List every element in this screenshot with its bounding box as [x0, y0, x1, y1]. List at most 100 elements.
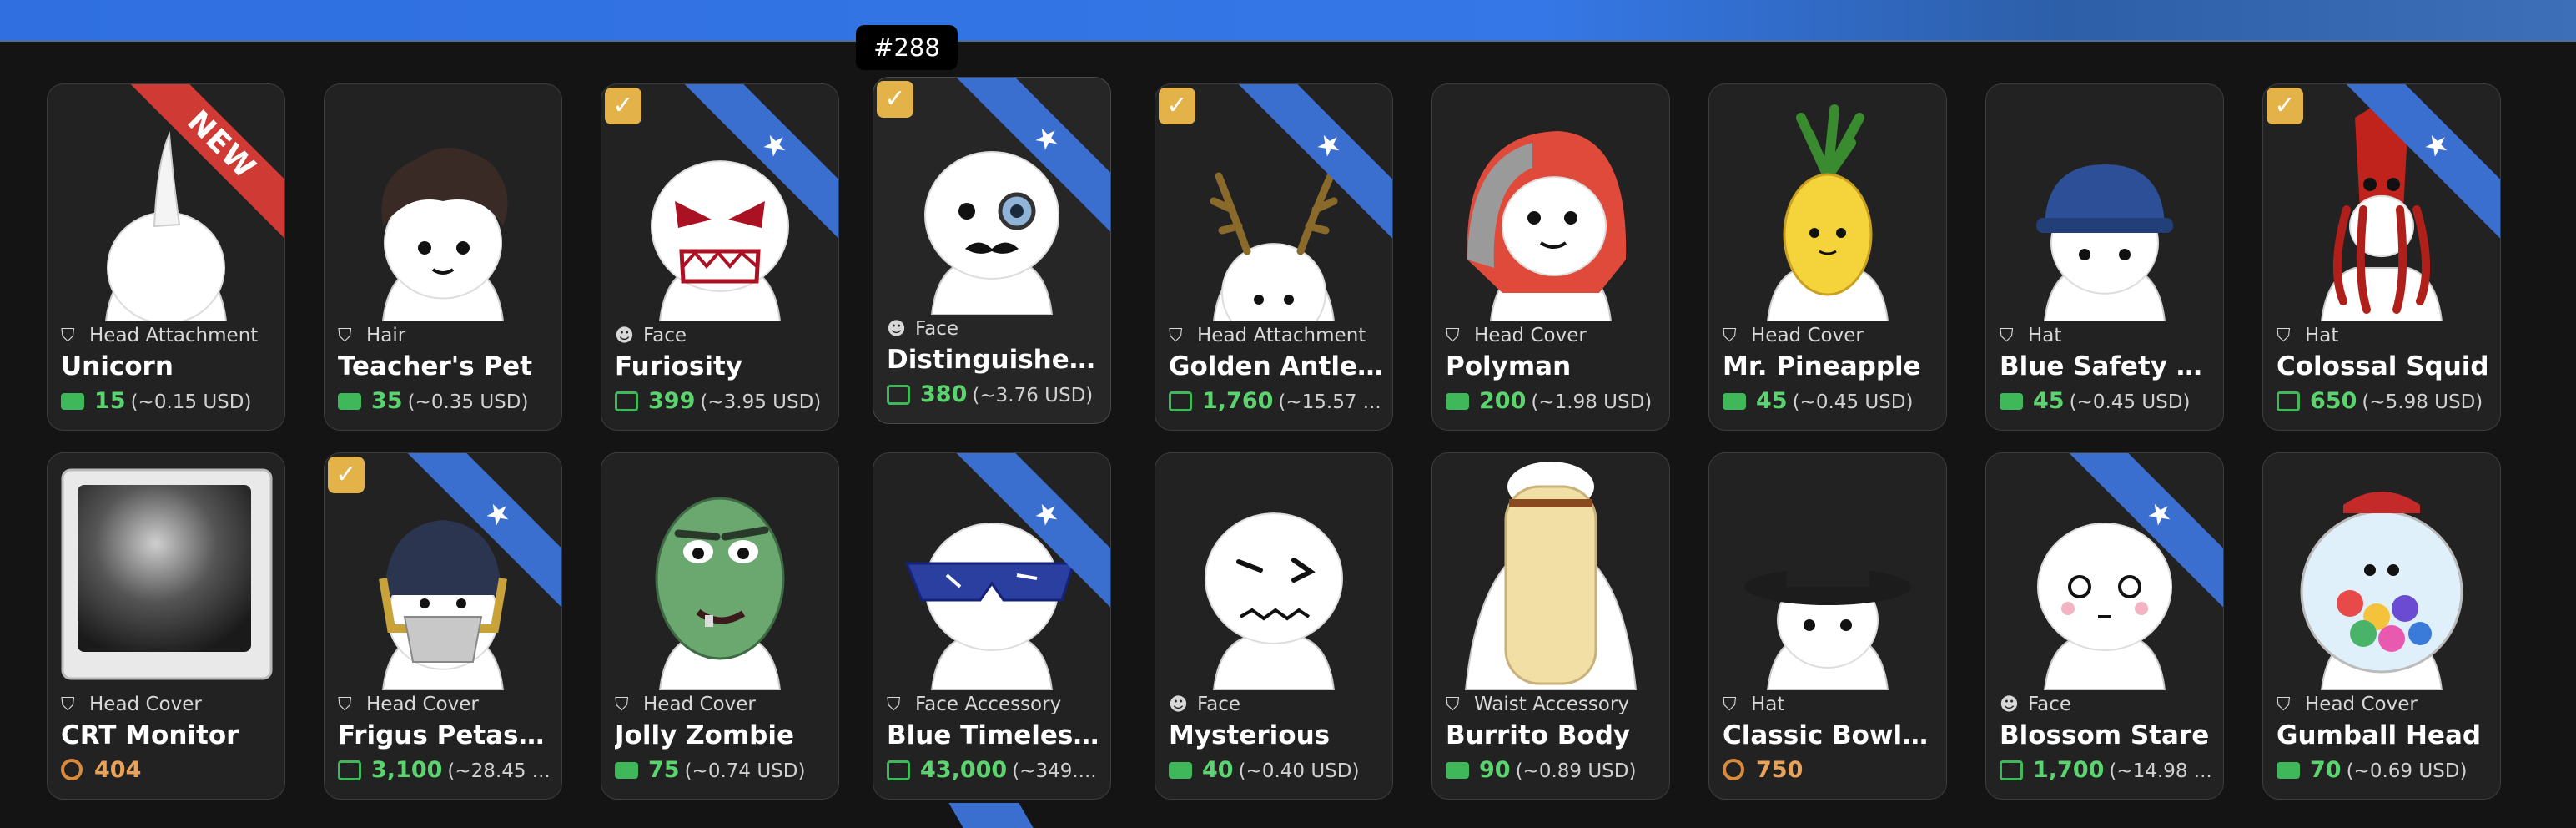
item-card-teacher-s-pet[interactable]: ⛉ Hair Teacher's Pet 35 (~0.35 USD) [324, 83, 562, 431]
item-price: 40 (~0.40 USD) [1169, 757, 1386, 783]
bill-icon [1446, 393, 1469, 410]
item-name: Unicorn [61, 351, 174, 381]
item-thumbnail [1709, 84, 1946, 321]
item-name: Blue Safety H... [2000, 351, 2215, 381]
item-card-classic-bowler[interactable]: ⛉ Hat Classic Bowler... 750 [1708, 452, 1947, 800]
bill-icon [2000, 393, 2023, 410]
hat-icon: ⛉ [1723, 694, 1737, 715]
item-card-mysterious[interactable]: ☻ Face Mysterious 40 (~0.40 USD) [1155, 452, 1393, 800]
item-card-frigus-petasum[interactable]: ★ ✓ ⛉ Head Cover Frigus Petasum 3,100 (~28.… [324, 452, 562, 800]
item-name: Polyman [1446, 351, 1572, 381]
category-label: Face [2028, 694, 2072, 715]
star-icon: ★ [1026, 118, 1068, 159]
star-icon: ★ [754, 124, 796, 166]
item-price: 750 [1723, 757, 1940, 783]
item-price: 90 (~0.89 USD) [1446, 757, 1663, 783]
price-value: 40 [1202, 757, 1234, 783]
price-usd: (~28.45 ... [447, 760, 551, 782]
item-price: 43,000 (~349.... [887, 757, 1104, 783]
category-label: Face Accessory [915, 694, 1062, 715]
hat-icon: ⛉ [61, 326, 75, 346]
item-card-crt-monitor[interactable]: ⛉ Head Cover CRT Monitor 404 [47, 452, 285, 800]
item-thumbnail [601, 453, 838, 690]
item-price: 404 [61, 757, 278, 783]
item-card-golden-antlers[interactable]: ★ ✓ ⛉ Head Attachment Golden Antlers 1,760… [1155, 83, 1393, 431]
item-category: ☻ Face [2000, 694, 2220, 715]
item-category: ⛉ Head Cover [1723, 325, 1943, 346]
price-value: 90 [1479, 757, 1511, 783]
item-name: Furiosity [615, 351, 743, 381]
bill-icon [2277, 762, 2300, 779]
item-card-gumball-head[interactable]: ⛉ Head Cover Gumball Head 70 (~0.69 USD) [2262, 452, 2501, 800]
item-price: 650 (~5.98 USD) [2277, 388, 2493, 414]
item-category: ⛉ Head Attachment [61, 325, 281, 346]
top-banner [0, 0, 2576, 42]
item-card-colossal-squid[interactable]: ★ ✓ ⛉ Hat Colossal Squid 650 (~5.98 USD) [2262, 83, 2501, 431]
item-category: ⛉ Head Cover [2277, 694, 2497, 715]
item-price: 200 (~1.98 USD) [1446, 388, 1663, 414]
hat-icon: ⛉ [1446, 326, 1460, 346]
price-usd: (~3.95 USD) [700, 391, 822, 413]
item-id-tooltip: #288 [856, 25, 958, 70]
hat-icon: ⛉ [2000, 326, 2014, 346]
item-card-blue-safety-h[interactable]: ⛉ Hat Blue Safety H... 45 (~0.45 USD) [1985, 83, 2224, 431]
item-category: ⛉ Hat [2277, 325, 2497, 346]
item-category: ⛉ Head Attachment [1169, 325, 1389, 346]
item-card-distinguished[interactable]: ★ ✓ ☻ Face Distinguished ... 380(~3.76 USD… [873, 77, 1111, 424]
hat-icon: ⛉ [1446, 694, 1460, 715]
price-value: 3,100 [371, 757, 443, 783]
item-card-unicorn[interactable]: NEW ⛉ Head Attachment Unicorn 15 (~0.15 US… [47, 83, 285, 431]
price-value: 380 [920, 381, 968, 407]
item-category: ☻ Face [615, 325, 835, 346]
price-usd: (~15.57 ... [1278, 391, 1381, 413]
category-label: Hat [2028, 325, 2062, 346]
category-label: Head Cover [366, 694, 479, 715]
price-usd: (~349.... [1012, 760, 1097, 782]
category-label: Hat [1751, 694, 1785, 715]
item-category: ☻ Face [1169, 694, 1389, 715]
owned-check-icon: ✓ [2267, 88, 2303, 124]
item-thumbnail [48, 453, 284, 690]
item-name: Teacher's Pet [338, 351, 533, 381]
category-label: Head Attachment [1197, 325, 1366, 346]
hat-icon: ⛉ [1723, 326, 1737, 346]
item-price: 35 (~0.35 USD) [338, 388, 555, 414]
row3-ribbon-peek [948, 803, 1034, 828]
price-value: 1,700 [2033, 757, 2105, 783]
item-name: Gumball Head [2277, 720, 2482, 750]
bill-icon [338, 393, 361, 410]
smiley-icon: ☻ [887, 319, 906, 340]
category-label: Head Attachment [89, 325, 259, 346]
smiley-icon: ☻ [615, 326, 634, 346]
hat-icon: ⛉ [338, 694, 352, 715]
item-card-furiosity[interactable]: ★ ✓ ☻ Face Furiosity 399 (~3.95 USD) [601, 83, 839, 431]
bill-icon [1723, 393, 1746, 410]
star-icon: ★ [2139, 493, 2181, 535]
owned-check-icon: ✓ [328, 457, 365, 493]
item-name: Jolly Zombie [615, 720, 795, 750]
chart-icon [2000, 760, 2023, 780]
item-category: ☻ Face [887, 318, 1107, 340]
item-category: ⛉ Head Cover [615, 694, 835, 715]
item-card-polyman[interactable]: ⛉ Head Cover Polyman 200 (~1.98 USD) [1431, 83, 1670, 431]
price-value: 70 [2310, 757, 2342, 783]
bill-icon [1169, 762, 1192, 779]
item-card-blue-timeless[interactable]: ★ ⛉ Face Accessory Blue Timeless ... 43,0… [873, 452, 1111, 800]
price-usd: (~0.15 USD) [130, 391, 252, 413]
item-card-burrito-body[interactable]: ⛉ Waist Accessory Burrito Body 90 (~0.89 U… [1431, 452, 1670, 800]
price-usd: (~0.89 USD) [1515, 760, 1637, 782]
item-card-blossom-stare[interactable]: ★ ☻ Face Blossom Stare 1,700 (~14.98 ... [1985, 452, 2224, 800]
category-label: Face [915, 318, 959, 340]
item-category: ⛉ Head Cover [338, 694, 558, 715]
category-label: Head Cover [2305, 694, 2418, 715]
item-card-jolly-zombie[interactable]: ⛉ Head Cover Jolly Zombie 75 (~0.74 USD) [601, 452, 839, 800]
bill-icon [61, 393, 84, 410]
star-icon: ★ [1308, 124, 1350, 166]
item-thumbnail [2263, 453, 2500, 690]
price-usd: (~1.98 USD) [1531, 391, 1653, 413]
item-card-mr-pineapple[interactable]: ⛉ Head Cover Mr. Pineapple 45 (~0.45 USD) [1708, 83, 1947, 431]
price-value: 15 [94, 388, 126, 414]
item-category: ⛉ Hat [2000, 325, 2220, 346]
item-thumbnail [1986, 84, 2223, 321]
price-value: 45 [2033, 388, 2065, 414]
